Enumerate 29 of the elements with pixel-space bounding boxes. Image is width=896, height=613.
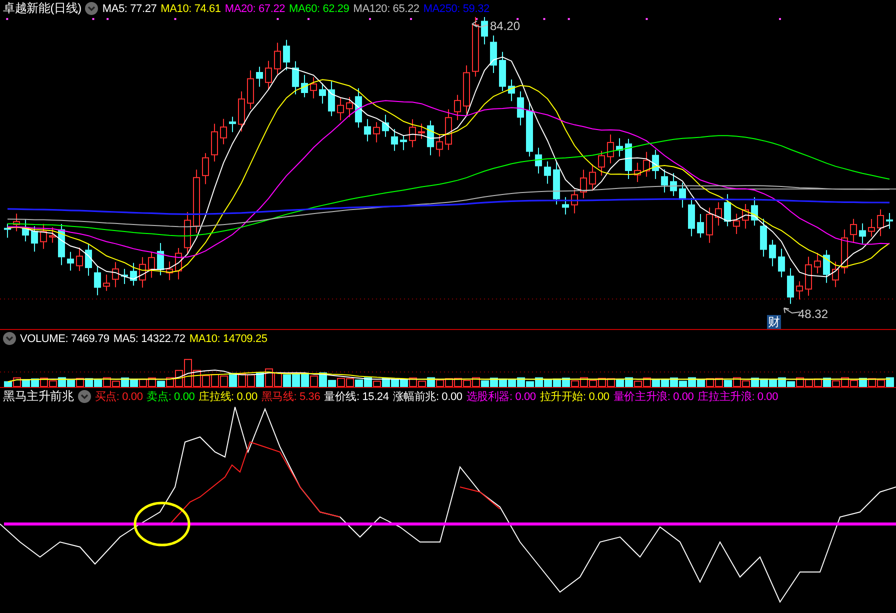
legend-item: 选股利器: 0.00 [466, 390, 536, 404]
highlight-circle [134, 502, 190, 546]
legend-item: MA20: 67.22 [224, 2, 286, 14]
leader-line [472, 20, 488, 28]
legend-item: 拉升开始: 0.00 [540, 390, 610, 404]
legend-item: MA250: 59.32 [423, 2, 490, 14]
legend-item: MA10: 74.61 [160, 2, 221, 14]
price-label: 84.20 [490, 19, 520, 33]
legend-item: MA5: 14322.72 [113, 332, 186, 344]
dropdown-icon[interactable] [3, 332, 16, 345]
legend-item: MA5: 77.27 [102, 2, 157, 14]
finance-badge[interactable]: 财 [767, 315, 781, 329]
legend-item: 黑马线: 5.36 [261, 390, 320, 404]
legend-item: 庄拉主升浪: 0.00 [698, 390, 778, 404]
legend-item: 量价主升浪: 0.00 [613, 390, 694, 404]
legend-item: VOLUME: 7469.79 [20, 332, 110, 344]
legend-item: 量价线: 15.24 [324, 390, 389, 404]
legend-item: 卖点: 0.00 [146, 390, 195, 404]
stock-title: 黑马主升前兆 [3, 388, 74, 405]
price-label: 48.32 [798, 307, 828, 321]
legend-item: MA60: 62.29 [289, 2, 350, 14]
legend-item: 涨幅前兆: 0.00 [392, 390, 462, 404]
legend-item: 买点: 0.00 [94, 390, 143, 404]
legend-item: MA120: 65.22 [353, 2, 420, 14]
stock-title: 卓越新能(日线) [3, 0, 82, 17]
legend-item: 庄拉线: 0.00 [198, 390, 258, 404]
legend-item: MA10: 14709.25 [189, 332, 268, 344]
dropdown-icon[interactable] [78, 390, 91, 403]
dropdown-icon[interactable] [85, 2, 98, 15]
